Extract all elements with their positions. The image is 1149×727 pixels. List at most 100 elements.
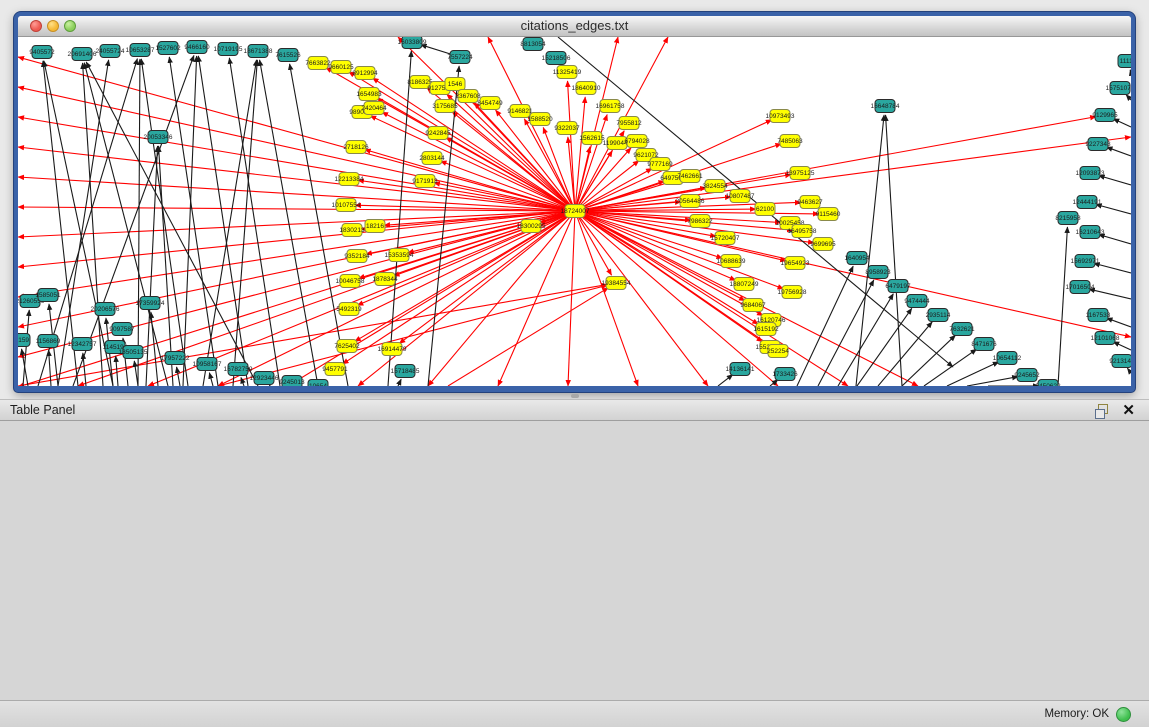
node-label: 20053346 xyxy=(144,134,173,141)
selected-edge[interactable] xyxy=(343,211,575,364)
selected-edge[interactable] xyxy=(575,211,1131,337)
node-label: 39159 xyxy=(18,337,29,344)
panel-drag-handle[interactable] xyxy=(571,394,579,398)
node-label: 12342757 xyxy=(68,341,97,348)
selected-edge[interactable] xyxy=(575,137,1131,211)
edge[interactable] xyxy=(183,56,197,386)
edge[interactable] xyxy=(558,37,953,367)
selected-edge[interactable] xyxy=(18,211,575,267)
node-label: 9227343 xyxy=(1085,141,1111,148)
node-label: 19384554 xyxy=(602,280,631,287)
table-panel-body: f(x) citations_edges.txt ▲▼ namein_degre… xyxy=(0,421,1149,700)
selected-edge[interactable] xyxy=(575,211,638,386)
selected-edge[interactable] xyxy=(358,211,575,386)
edge[interactable] xyxy=(1089,289,1131,299)
edge[interactable] xyxy=(241,377,244,386)
selected-edge[interactable] xyxy=(448,288,608,386)
node-label: 15218506 xyxy=(542,55,571,62)
node-label: 8813054 xyxy=(520,41,546,48)
edge[interactable] xyxy=(947,362,999,386)
status-bar: Memory: OK xyxy=(0,700,1149,727)
edge[interactable] xyxy=(209,373,213,386)
edge[interactable] xyxy=(1106,147,1131,156)
edge[interactable] xyxy=(924,349,977,386)
edge[interactable] xyxy=(1126,95,1131,100)
node-label: 10653287 xyxy=(126,47,155,54)
edge[interactable] xyxy=(856,115,884,386)
node-label: 15353594 xyxy=(385,252,414,259)
node-label: 1527602 xyxy=(155,45,181,52)
selected-edge[interactable] xyxy=(288,211,575,386)
edge[interactable] xyxy=(878,322,932,386)
edge[interactable] xyxy=(902,335,955,386)
edge[interactable] xyxy=(398,379,401,386)
close-panel-icon[interactable]: ✕ xyxy=(1122,401,1135,419)
edge[interactable] xyxy=(151,312,158,386)
node-label: 1830213 xyxy=(339,227,365,234)
network-graph[interactable]: 1872400776638229660125891299416549839890… xyxy=(18,37,1131,386)
node-label: 13975125 xyxy=(786,170,815,177)
edge[interactable] xyxy=(886,115,902,386)
node-label: 8471676 xyxy=(971,341,997,348)
node-label: 7485063 xyxy=(777,138,803,145)
edge[interactable] xyxy=(797,266,853,386)
selected-edge[interactable] xyxy=(568,211,575,386)
edge[interactable] xyxy=(269,385,270,386)
edge[interactable] xyxy=(857,308,912,386)
selected-edge[interactable] xyxy=(218,211,575,386)
node-label: 16648784 xyxy=(871,103,900,110)
edge[interactable] xyxy=(177,367,180,386)
edge[interactable] xyxy=(1113,119,1131,127)
edge[interactable] xyxy=(138,59,140,386)
node-label: 16210643 xyxy=(1076,229,1105,236)
selected-edge[interactable] xyxy=(18,57,575,211)
edge[interactable] xyxy=(428,66,459,386)
window-title-bar[interactable]: citations_edges.txt xyxy=(18,16,1131,37)
node-label: 9322037 xyxy=(554,125,580,132)
edge[interactable] xyxy=(1113,342,1131,350)
edge[interactable] xyxy=(86,62,258,386)
node-label: 1654983 xyxy=(356,91,382,98)
selected-edge[interactable] xyxy=(575,211,784,289)
node-label: 12923446 xyxy=(250,375,279,382)
edge[interactable] xyxy=(1130,70,1131,73)
node-label: 7986322 xyxy=(687,218,713,225)
edge[interactable] xyxy=(967,377,1018,386)
node-label: 18671388 xyxy=(244,48,273,55)
node-label: 17016504 xyxy=(1066,284,1095,291)
node-label: 8215958 xyxy=(1055,215,1081,222)
edge[interactable] xyxy=(818,280,874,386)
node-label: 17957222 xyxy=(161,355,190,362)
node-label: 6479197 xyxy=(885,283,911,290)
edge[interactable] xyxy=(233,60,257,386)
edge[interactable] xyxy=(838,294,893,386)
node-label: 6794028 xyxy=(624,138,650,145)
node-label: 1562615 xyxy=(579,135,605,142)
node-label: 15720407 xyxy=(711,235,740,242)
node-label: 20564486 xyxy=(676,198,705,205)
edge[interactable] xyxy=(116,356,118,386)
edge[interactable] xyxy=(203,60,257,386)
node-label: 24055724 xyxy=(96,48,125,55)
edge[interactable] xyxy=(198,56,248,386)
edge[interactable] xyxy=(73,55,194,386)
edge[interactable] xyxy=(1127,368,1131,373)
network-canvas[interactable]: 1872400776638229660125891299416549839890… xyxy=(18,37,1131,386)
node-label: 9097587 xyxy=(109,326,135,333)
node-label: 10654 xyxy=(309,383,327,386)
node-label: 18724007 xyxy=(561,208,590,215)
node-label: 7557224 xyxy=(447,54,473,61)
edge[interactable] xyxy=(1106,318,1131,327)
application: { "window": { "title": "citations_edges.… xyxy=(0,0,1149,727)
node-label: 7462661 xyxy=(677,173,703,180)
node-label: 20691406 xyxy=(68,51,97,58)
node-label: 9660125 xyxy=(328,64,354,71)
selected-edge[interactable] xyxy=(575,37,618,211)
edge[interactable] xyxy=(1058,227,1067,386)
selected-edge[interactable] xyxy=(382,112,575,211)
node-label: 3824554 xyxy=(702,183,728,190)
float-panel-icon[interactable] xyxy=(1095,404,1109,418)
node-label: 8912994 xyxy=(352,70,378,77)
node-label: 11112 xyxy=(1120,58,1131,65)
edge[interactable] xyxy=(718,375,733,386)
